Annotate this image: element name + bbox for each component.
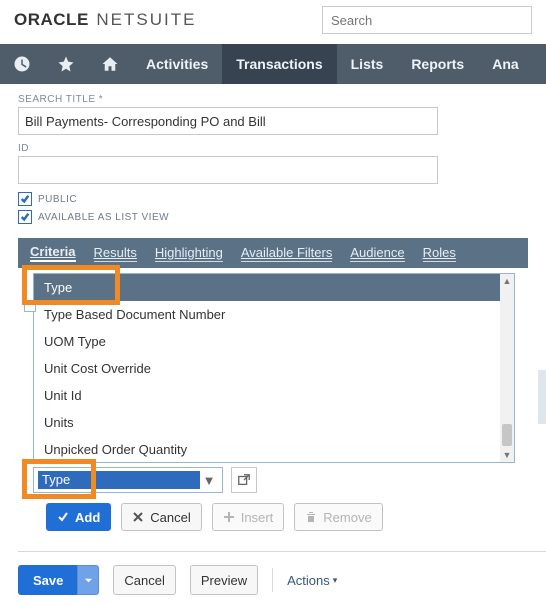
preview-button[interactable]: Preview	[190, 565, 258, 595]
available-list-view-checkbox[interactable]	[18, 210, 32, 224]
remove-label: Remove	[323, 510, 371, 525]
subtab-results[interactable]: Results	[94, 245, 137, 262]
search-title-label: SEARCH TITLE *	[18, 94, 528, 105]
dropdown-item[interactable]: Unit Id	[34, 382, 514, 409]
subtab-criteria[interactable]: Criteria	[30, 244, 76, 262]
popout-button[interactable]	[231, 467, 257, 493]
actions-menu[interactable]: Actions ▾	[287, 573, 337, 588]
chevron-down-icon: ▾	[333, 575, 338, 586]
dropdown-scrollbar[interactable]: ▲ ▼	[500, 274, 514, 462]
cancel-label: Cancel	[124, 573, 164, 588]
add-button[interactable]: Add	[46, 503, 111, 531]
brand-oracle: ORACLE	[14, 10, 89, 30]
insert-label: Insert	[241, 510, 274, 525]
chevron-down-icon[interactable]: ▼	[200, 473, 218, 488]
primary-nav: Activities Transactions Lists Reports An…	[0, 44, 546, 84]
nav-transactions[interactable]: Transactions	[222, 44, 336, 84]
dropdown-item[interactable]: Unit Cost Override	[34, 355, 514, 382]
divider	[272, 568, 273, 592]
subtab-highlighting[interactable]: Highlighting	[155, 245, 223, 262]
recent-records-icon[interactable]	[0, 44, 44, 84]
cancel-row-button[interactable]: Cancel	[121, 503, 201, 531]
available-list-view-label: AVAILABLE AS LIST VIEW	[38, 212, 169, 223]
actions-label: Actions	[287, 573, 330, 588]
save-dropdown-toggle[interactable]	[77, 565, 99, 595]
cancel-button[interactable]: Cancel	[113, 565, 175, 595]
id-label: ID	[18, 143, 528, 154]
row-open-checkbox[interactable]	[24, 300, 36, 312]
global-search-input[interactable]	[322, 6, 532, 34]
filter-combo-value: Type	[38, 471, 200, 489]
divider	[18, 551, 546, 552]
dropdown-item-type[interactable]: Type	[34, 274, 514, 301]
search-title-input[interactable]	[18, 107, 438, 135]
subtab-available-filters[interactable]: Available Filters	[241, 245, 333, 262]
nav-lists[interactable]: Lists	[337, 44, 398, 84]
nav-reports[interactable]: Reports	[397, 44, 478, 84]
subtabs: Criteria Results Highlighting Available …	[18, 238, 528, 268]
cancel-row-label: Cancel	[150, 510, 190, 525]
subtab-roles[interactable]: Roles	[423, 245, 456, 262]
add-button-label: Add	[75, 510, 100, 525]
brand-logo: ORACLE NETSUITE	[14, 10, 196, 30]
scroll-thumb[interactable]	[502, 424, 512, 446]
save-button[interactable]: Save	[18, 565, 77, 595]
nav-analytics[interactable]: Ana	[478, 44, 532, 84]
id-input[interactable]	[18, 156, 438, 184]
preview-label: Preview	[201, 573, 247, 588]
dropdown-item[interactable]: Units	[34, 409, 514, 436]
dropdown-item[interactable]: Type Based Document Number	[34, 301, 514, 328]
public-label: PUBLIC	[38, 194, 77, 205]
favorites-icon[interactable]	[44, 44, 88, 84]
filter-combo[interactable]: Type ▼	[33, 467, 223, 493]
home-icon[interactable]	[88, 44, 132, 84]
insert-button: Insert	[212, 503, 285, 531]
nav-activities[interactable]: Activities	[132, 44, 222, 84]
dropdown-item[interactable]: UOM Type	[34, 328, 514, 355]
dropdown-item[interactable]: Unpicked Order Quantity	[34, 436, 514, 463]
brand-netsuite: NETSUITE	[96, 10, 196, 30]
subtab-audience[interactable]: Audience	[350, 245, 404, 262]
scroll-down-icon[interactable]: ▼	[500, 448, 514, 462]
side-slice	[538, 370, 546, 424]
remove-button: Remove	[294, 503, 382, 531]
filter-dropdown-panel: Type Type Based Document Number UOM Type…	[33, 273, 515, 463]
scroll-up-icon[interactable]: ▲	[500, 274, 514, 288]
public-checkbox[interactable]	[18, 192, 32, 206]
